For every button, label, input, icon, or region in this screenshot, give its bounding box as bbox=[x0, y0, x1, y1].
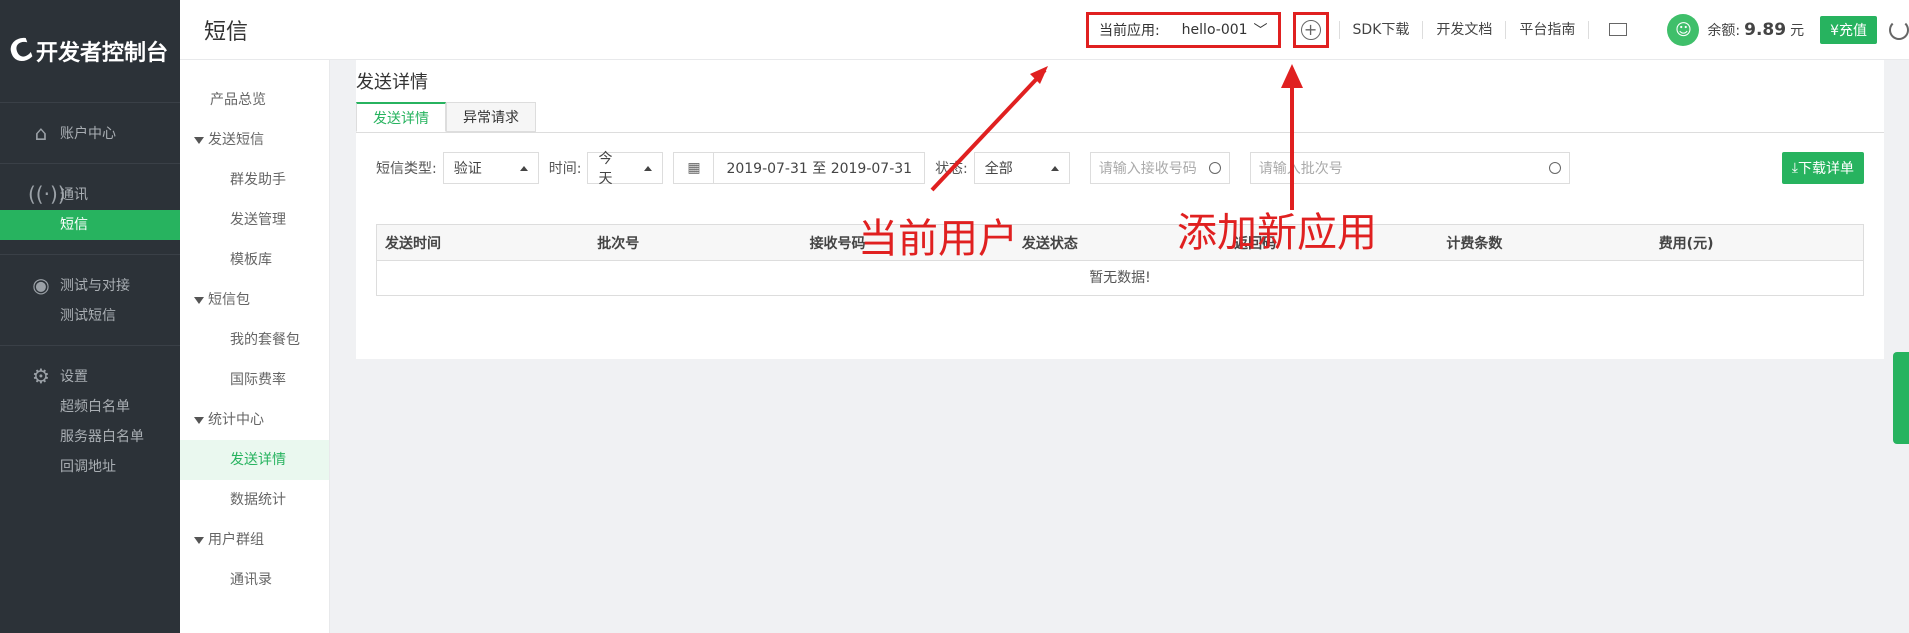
annotation-current-user: 当前用户 bbox=[858, 216, 1018, 262]
arrow-head bbox=[1281, 64, 1303, 88]
online-support-tab[interactable] bbox=[1893, 352, 1909, 444]
annotation-arrows bbox=[930, 64, 1303, 210]
arrow-current-user bbox=[930, 68, 1047, 192]
annotation-add-new-app: 添加新应用 bbox=[1177, 210, 1377, 256]
